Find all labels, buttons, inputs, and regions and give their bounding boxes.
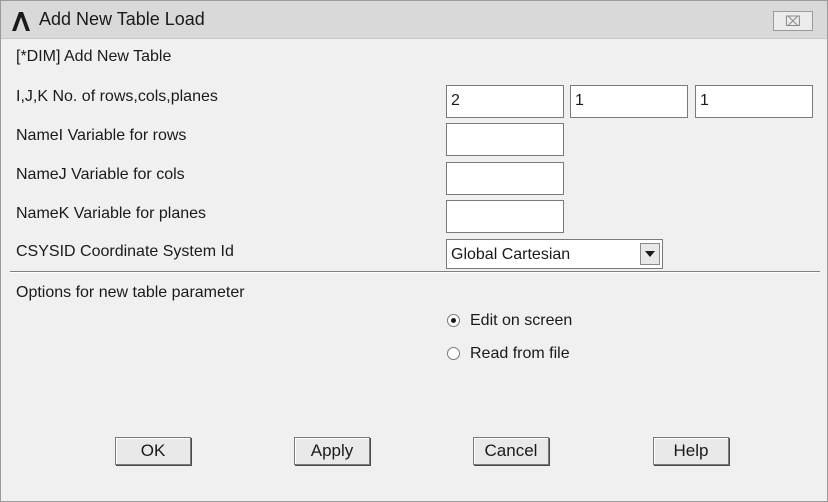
name-k-label: NameK Variable for planes bbox=[16, 205, 207, 222]
coordinate-system-value: Global Cartesian bbox=[451, 246, 571, 263]
csysid-label: CSYSID Coordinate System Id bbox=[16, 243, 234, 260]
rows-input[interactable]: 2 bbox=[446, 85, 564, 118]
edit-on-screen-radio[interactable] bbox=[447, 314, 460, 327]
planes-input[interactable]: 1 bbox=[695, 85, 813, 118]
name-j-input[interactable] bbox=[446, 162, 564, 195]
ok-button[interactable]: OK bbox=[115, 437, 191, 465]
read-from-file-radio[interactable] bbox=[447, 347, 460, 360]
dropdown-arrow-button[interactable] bbox=[640, 243, 660, 265]
window-title: Add New Table Load bbox=[39, 9, 205, 29]
title-bar[interactable]: Add New Table Load ⌧ bbox=[1, 1, 827, 39]
apply-button[interactable]: Apply bbox=[294, 437, 370, 465]
help-button[interactable]: Help bbox=[653, 437, 729, 465]
ansys-logo-icon bbox=[12, 12, 30, 31]
caret-down-icon bbox=[645, 250, 655, 257]
name-j-label: NameJ Variable for cols bbox=[16, 166, 185, 183]
section-divider bbox=[10, 271, 820, 273]
close-button[interactable]: ⌧ bbox=[773, 11, 813, 31]
options-label: Options for new table parameter bbox=[16, 284, 245, 301]
command-title: [*DIM] Add New Table bbox=[16, 48, 172, 65]
add-new-table-load-dialog: Add New Table Load ⌧ [*DIM] Add New Tabl… bbox=[0, 0, 828, 502]
name-i-input[interactable] bbox=[446, 123, 564, 156]
ijk-label: I,J,K No. of rows,cols,planes bbox=[16, 88, 218, 105]
close-icon: ⌧ bbox=[784, 12, 802, 29]
read-from-file-label[interactable]: Read from file bbox=[470, 345, 570, 363]
name-k-input[interactable] bbox=[446, 200, 564, 233]
cols-input[interactable]: 1 bbox=[570, 85, 688, 118]
name-i-label: NameI Variable for rows bbox=[16, 127, 187, 144]
cancel-button[interactable]: Cancel bbox=[473, 437, 549, 465]
edit-on-screen-label[interactable]: Edit on screen bbox=[470, 312, 572, 330]
coordinate-system-select[interactable]: Global Cartesian bbox=[446, 239, 663, 269]
